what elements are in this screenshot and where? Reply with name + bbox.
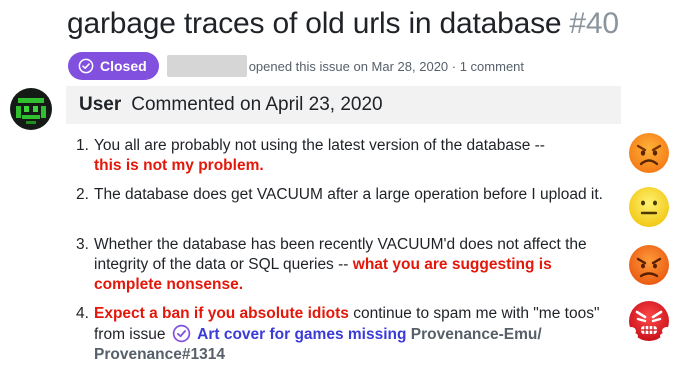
comment-timestamp[interactable]: Commented on April 23, 2020 <box>131 94 382 116</box>
closed-issue-icon <box>172 324 191 343</box>
point-text: You all are probably not using the lates… <box>94 137 545 154</box>
point-emphasis: this is not my problem. <box>94 157 264 174</box>
list-item-text: Whether the database has been recently V… <box>94 235 614 295</box>
status-badge: Closed <box>68 52 159 80</box>
comment-header: User Commented on April 23, 2020 <box>66 86 621 124</box>
list-number: 2. <box>76 186 89 203</box>
issue-number: #40 <box>569 7 619 40</box>
redacted-username <box>166 55 247 77</box>
comment-author[interactable]: User <box>79 94 121 116</box>
steaming-angry-face-icon <box>626 301 672 341</box>
comment-body: 1. You all are probably not using the la… <box>66 124 621 368</box>
check-circle-icon <box>78 58 94 74</box>
avatar[interactable] <box>10 88 52 130</box>
issue-meta: Closed opened this issue on Mar 28, 2020… <box>68 52 524 80</box>
issue-title-text: garbage traces of old urls in database <box>67 7 562 40</box>
point-emphasis: Expect a ban if you absolute idiots <box>94 305 349 322</box>
list-number: 3. <box>76 236 89 253</box>
list-item-text: Expect a ban if you absolute idiots cont… <box>94 304 614 365</box>
issue-page: garbage traces of old urls in database #4… <box>0 0 673 368</box>
issue-opened-text: opened this issue on Mar 28, 2020 · 1 co… <box>248 58 525 74</box>
status-label: Closed <box>100 58 147 74</box>
list-number: 4. <box>76 305 89 322</box>
list-item-text: The database does get VACUUM after a lar… <box>94 185 614 205</box>
list-item-text: You all are probably not using the lates… <box>94 136 614 176</box>
neutral-face-icon <box>629 187 669 227</box>
point-text: The database does get VACUUM after a lar… <box>94 186 603 203</box>
angry-face-icon <box>629 133 669 173</box>
issue-title: garbage traces of old urls in database #4… <box>67 6 619 42</box>
issue-link[interactable]: Art cover for games missing <box>197 326 406 343</box>
frowning-angry-face-icon <box>629 245 669 285</box>
list-number: 1. <box>76 137 89 154</box>
